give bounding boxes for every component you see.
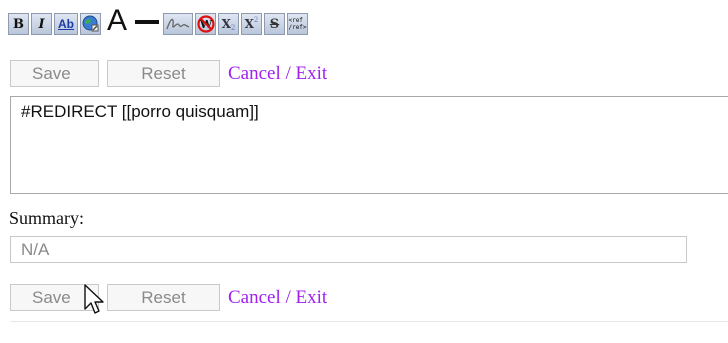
internal-link-label: Ab [58, 17, 74, 31]
reference-label: <ref /ref> [288, 17, 307, 31]
subscript-label: X [221, 17, 231, 31]
cancel-exit-link[interactable]: Cancel / Exit [228, 63, 327, 85]
subscript-icon[interactable]: X2 [218, 13, 239, 35]
nowiki-icon[interactable]: W [195, 13, 216, 35]
summary-input[interactable]: N/A [10, 236, 687, 263]
reset-button[interactable]: Reset [107, 60, 220, 87]
superscript-label: X [244, 17, 254, 31]
external-link-icon[interactable] [80, 13, 101, 35]
italic-label: I [38, 16, 45, 32]
bottom-action-row: Save Reset Cancel / Exit [10, 284, 327, 311]
superscript-icon[interactable]: X2 [241, 13, 262, 35]
signature-icon[interactable] [163, 13, 193, 35]
top-action-row: Save Reset Cancel / Exit [10, 60, 327, 87]
reference-icon[interactable]: <ref /ref> [287, 13, 308, 35]
summary-label: Summary: [9, 208, 84, 228]
horizontal-line-icon[interactable] [133, 7, 161, 35]
save-button[interactable]: Save [10, 60, 99, 87]
italic-icon[interactable]: I [31, 13, 52, 35]
cancel-exit-link[interactable]: Cancel / Exit [228, 287, 327, 309]
wikitext-editor[interactable]: #REDIRECT [[porro quisquam]] [10, 96, 728, 194]
bold-label: B [13, 16, 24, 32]
mouse-pointer-icon [84, 284, 104, 314]
headline-icon[interactable]: A [103, 7, 131, 35]
divider [10, 321, 728, 322]
headline-label: A [106, 7, 127, 35]
strikethrough-label: S [269, 16, 280, 32]
bold-icon[interactable]: B [8, 13, 29, 35]
reset-button[interactable]: Reset [107, 284, 220, 311]
strikethrough-icon[interactable]: S [264, 13, 285, 35]
editing-toolbar: B I Ab A W X2 X2 S [8, 5, 308, 35]
internal-link-icon[interactable]: Ab [54, 13, 78, 35]
